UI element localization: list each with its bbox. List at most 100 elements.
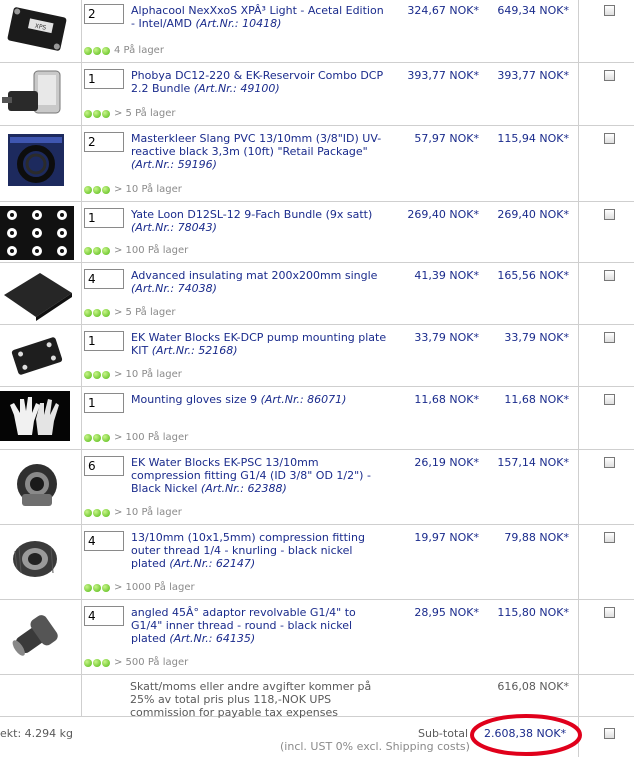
quantity-input[interactable] [84,69,124,89]
quantity-input[interactable] [84,331,124,351]
article-number: (Art.Nr.: 62388) [200,482,287,495]
article-number: (Art.Nr.: 59196) [131,158,217,171]
line-total: 79,88 NOK* [504,531,569,544]
stock-dot-icon [84,308,92,317]
subtotal-note: (incl. UST 0% excl. Shipping costs) [280,740,470,753]
product-name-link[interactable]: Alphacool NexXxoS XPÂ³ Light - Acetal Ed… [131,4,389,30]
article-number: (Art.Nr.: 86071) [260,393,347,406]
stock-dot-icon [93,308,101,317]
article-number: (Art.Nr.: 49100) [193,82,280,95]
product-name-link[interactable]: Advanced insulating mat 200x200mm single… [131,269,389,295]
stock-dot-icon [84,370,92,379]
product-name-link[interactable]: angled 45Â° adaptor revolvable G1/4" to … [131,606,389,645]
quantity-input[interactable] [84,606,124,626]
product-name-link[interactable]: Masterkleer Slang PVC 13/10mm (3/8"ID) U… [131,132,389,171]
quantity-input[interactable] [84,393,124,413]
stock-status: > 10 På lager [84,184,182,195]
insulating-mat-icon[interactable] [0,267,74,324]
tubing-package-icon[interactable] [0,130,74,193]
product-name-link[interactable]: 13/10mm (10x1,5mm) compression fitting o… [131,531,389,570]
quantity-input[interactable] [84,132,124,152]
stock-status: > 100 På lager [84,432,188,443]
remove-checkbox[interactable] [604,532,615,543]
cpu-waterblock-icon[interactable]: XPS [0,2,74,59]
unit-price: 393,77 NOK* [407,69,479,82]
stock-dot-icon [102,246,110,255]
article-number: (Art.Nr.: 62147) [169,557,256,570]
remove-checkbox[interactable] [604,457,615,468]
remove-checkbox[interactable] [604,209,615,220]
quantity-input[interactable] [84,456,124,476]
product-name-link[interactable]: Phobya DC12-220 & EK-Reservoir Combo DCP… [131,69,389,95]
stock-status: 4 På lager [84,45,164,56]
unit-price: 41,39 NOK* [414,269,479,282]
line-total: 393,77 NOK* [497,69,569,82]
remove-checkbox[interactable] [604,607,615,618]
unit-price: 26,19 NOK* [414,456,479,469]
product-name-link[interactable]: Yate Loon D12SL-12 9-Fach Bundle (9x sat… [131,208,389,234]
stock-dot-icon [93,508,101,517]
remove-checkbox[interactable] [604,394,615,405]
line-total: 157,14 NOK* [497,456,569,469]
total-weight: ekt: 4.294 kg [0,727,73,740]
product-name-link[interactable]: Mounting gloves size 9 (Art.Nr.: 86071) [131,393,389,406]
quantity-input[interactable] [84,269,124,289]
mounting-plate-icon[interactable] [0,329,74,386]
stock-dot-icon [102,46,110,55]
stock-status: > 500 På lager [84,657,188,668]
subtotal-label: Sub-total [418,727,469,740]
unit-price: 28,95 NOK* [414,606,479,619]
angled-adaptor-icon[interactable] [0,604,74,667]
stock-dot-icon [84,109,92,118]
stock-dot-icon [93,658,101,667]
tax-amount: 616,08 NOK* [497,680,569,693]
stock-dot-icon [102,109,110,118]
quantity-input[interactable] [84,4,124,24]
stock-dot-icon [102,308,110,317]
unit-price: 11,68 NOK* [414,393,479,406]
remove-checkbox[interactable] [604,270,615,281]
cart-row: Masterkleer Slang PVC 13/10mm (3/8"ID) U… [0,126,634,202]
stock-dot-icon [84,46,92,55]
line-total: 115,80 NOK* [497,606,569,619]
fan-bundle-icon[interactable] [0,206,74,263]
stock-status: > 10 På lager [84,507,182,518]
stock-dot-icon [102,433,110,442]
remove-checkbox[interactable] [604,70,615,81]
remove-checkbox[interactable] [604,133,615,144]
quantity-input[interactable] [84,208,124,228]
subtotal-checkbox[interactable] [604,728,615,739]
stock-dot-icon [102,370,110,379]
remove-checkbox[interactable] [604,332,615,343]
stock-dot-icon [93,185,101,194]
article-number: (Art.Nr.: 64135) [169,632,256,645]
stock-dot-icon [102,185,110,194]
article-number: (Art.Nr.: 74038) [131,282,217,295]
article-number: (Art.Nr.: 10418) [195,17,282,30]
stock-dot-icon [84,658,92,667]
product-name-link[interactable]: EK Water Blocks EK-PSC 13/10mm compressi… [131,456,389,495]
knurled-fitting-icon[interactable] [0,529,74,592]
stock-dot-icon [93,246,101,255]
quantity-input[interactable] [84,531,124,551]
stock-dot-icon [84,508,92,517]
compression-fitting-icon[interactable] [0,454,74,517]
unit-price: 324,67 NOK* [407,4,479,17]
product-name-link[interactable]: EK Water Blocks EK-DCP pump mounting pla… [131,331,389,357]
line-total: 11,68 NOK* [504,393,569,406]
remove-checkbox[interactable] [604,5,615,16]
stock-status: > 100 På lager [84,245,188,256]
line-total: 33,79 NOK* [504,331,569,344]
cart-row: Yate Loon D12SL-12 9-Fach Bundle (9x sat… [0,202,634,263]
gloves-icon[interactable] [0,391,74,448]
cart-row: XPS Alphacool NexXxoS XPÂ³ Light - Acetal… [0,0,634,63]
line-total: 115,94 NOK* [497,132,569,145]
stock-dot-icon [84,185,92,194]
cart-row: EK Water Blocks EK-DCP pump mounting pla… [0,325,634,387]
pump-reservoir-icon[interactable] [0,67,74,124]
unit-price: 57,97 NOK* [414,132,479,145]
stock-dot-icon [84,246,92,255]
cart-row: 13/10mm (10x1,5mm) compression fitting o… [0,525,634,600]
line-total: 649,34 NOK* [497,4,569,17]
stock-status: > 1000 På lager [84,582,195,593]
